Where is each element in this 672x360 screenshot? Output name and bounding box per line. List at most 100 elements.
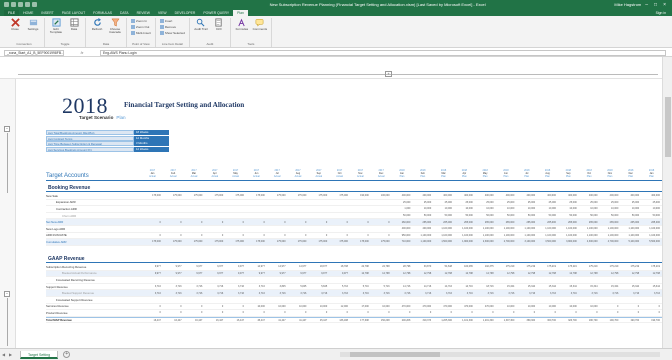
table-cell[interactable]: 175,000: [184, 240, 205, 243]
table-cell[interactable]: 0: [350, 234, 371, 237]
table-cell[interactable]: 369,300: [516, 319, 537, 322]
table-cell[interactable]: 25,000: [475, 201, 496, 204]
table-cell[interactable]: 3,716: [225, 292, 246, 295]
table-cell[interactable]: 175,000: [163, 194, 184, 197]
table-cell[interactable]: 15,344: [600, 285, 621, 288]
table-cell[interactable]: 12,798: [433, 272, 454, 275]
table-cell[interactable]: 319,373: [412, 319, 433, 322]
table-cell[interactable]: 1,100,000: [641, 227, 662, 230]
table-cell[interactable]: 0: [225, 234, 246, 237]
table-cell[interactable]: 3,716: [246, 292, 267, 295]
table-cell[interactable]: 45,447: [308, 319, 329, 322]
table-cell[interactable]: 3,716: [579, 292, 600, 295]
table-row[interactable]: Subscription Recurring Revenue 9,977 9,977…: [46, 264, 662, 271]
table-cell[interactable]: 1,100,000: [537, 234, 558, 237]
table-cell[interactable]: 265,000: [579, 221, 600, 224]
table-cell[interactable]: 0: [246, 221, 267, 224]
table-cell[interactable]: 100,000: [371, 194, 392, 197]
table-cell[interactable]: 12,798: [579, 272, 600, 275]
table-row[interactable]: New Logo ARR 400,000 400,000 1,100,000 1,100…: [46, 226, 662, 233]
table-cell[interactable]: 0: [620, 305, 641, 308]
table-cell[interactable]: 12,798: [496, 272, 517, 275]
table-cell[interactable]: 0: [225, 305, 246, 308]
table-cell[interactable]: 25,000: [392, 201, 413, 204]
table-cell[interactable]: 12,798: [350, 272, 371, 275]
table-cell[interactable]: 3,716: [454, 292, 475, 295]
setting-value[interactable]: 18 Weeks: [134, 130, 169, 135]
table-cell[interactable]: 50,000: [600, 214, 621, 217]
table-cell[interactable]: 175,000: [329, 240, 350, 243]
table-cell[interactable]: 50,000: [496, 214, 517, 217]
table-cell[interactable]: 1,100,000: [475, 227, 496, 230]
table-cell[interactable]: 0: [516, 311, 537, 314]
table-cell[interactable]: 12,798: [600, 272, 621, 275]
redo-icon[interactable]: [25, 2, 30, 7]
table-cell[interactable]: [267, 207, 288, 210]
table-cell[interactable]: 4,300,000: [579, 240, 600, 243]
table-cell[interactable]: 41,447: [267, 319, 288, 322]
table-cell[interactable]: 15,344: [496, 285, 517, 288]
table-cell[interactable]: 22,798: [371, 265, 392, 268]
table-cell[interactable]: 0: [537, 311, 558, 314]
table-cell[interactable]: [308, 201, 329, 204]
table-cell[interactable]: 14,977: [246, 265, 267, 268]
table-cell[interactable]: 0: [308, 221, 329, 224]
table-cell[interactable]: 175,000: [225, 240, 246, 243]
sheet-tab-target-setting[interactable]: Target Setting: [20, 350, 59, 359]
vertical-scrollbar[interactable]: [662, 57, 672, 348]
table-cell[interactable]: 1,100,000: [579, 234, 600, 237]
table-cell[interactable]: 0: [184, 234, 205, 237]
table-cell[interactable]: 175,000: [204, 240, 225, 243]
table-cell[interactable]: 3,845: [267, 285, 288, 288]
table-cell[interactable]: 12,798: [641, 272, 662, 275]
table-cell[interactable]: 5,716: [371, 285, 392, 288]
table-cell[interactable]: [288, 207, 309, 210]
table-cell[interactable]: 710,000: [392, 240, 413, 243]
table-cell[interactable]: 1,205,300: [433, 319, 454, 322]
setting-value[interactable]: 12 Weeks: [134, 146, 169, 152]
table-cell[interactable]: 400,000: [392, 194, 413, 197]
table-cell[interactable]: 400,000: [620, 194, 641, 197]
table-cell[interactable]: [267, 214, 288, 217]
table-cell[interactable]: 175,000: [267, 240, 288, 243]
setting-row[interactable]: Avg Services Bookings Amount Pct 12 Weeks: [46, 146, 169, 152]
table-cell[interactable]: 3,716: [204, 285, 225, 288]
table-cell[interactable]: 10,000: [579, 305, 600, 308]
table-cell[interactable]: [267, 201, 288, 204]
table-cell[interactable]: [225, 214, 246, 217]
table-cell[interactable]: 0: [288, 311, 309, 314]
table-cell[interactable]: [267, 227, 288, 230]
table-cell[interactable]: [142, 201, 163, 204]
table-cell[interactable]: 15,344: [558, 285, 579, 288]
table-cell[interactable]: 175,000: [329, 194, 350, 197]
table-cell[interactable]: 9,977: [225, 272, 246, 275]
save-icon[interactable]: [11, 2, 16, 7]
table-cell[interactable]: 0: [620, 311, 641, 314]
table-cell[interactable]: 3,900,000: [558, 240, 579, 243]
table-cell[interactable]: 10,000: [475, 207, 496, 210]
table-cell[interactable]: [184, 207, 205, 210]
table-cell[interactable]: 25,000: [579, 201, 600, 204]
table-cell[interactable]: 9,977: [163, 265, 184, 268]
table-cell[interactable]: 0: [225, 311, 246, 314]
table-cell[interactable]: 9,977: [163, 272, 184, 275]
table-cell[interactable]: 1,100,000: [558, 234, 579, 237]
audit-trail-button[interactable]: Audit Trail: [194, 18, 208, 31]
table-cell[interactable]: 1,100,000: [620, 227, 641, 230]
table-cell[interactable]: [163, 201, 184, 204]
table-cell[interactable]: 3,716: [163, 285, 184, 288]
setting-row[interactable]: Avg Time Between Subscription & Renewal 3…: [46, 141, 169, 146]
table-cell[interactable]: 3,716: [600, 292, 621, 295]
collapse-gaap-rows-button[interactable]: −: [4, 291, 10, 297]
name-box[interactable]: _xona_Start_A1_B_5EF9001998FB...: [4, 49, 64, 56]
table-cell[interactable]: 400,000: [412, 194, 433, 197]
table-cell[interactable]: 15,344: [641, 285, 662, 288]
table-cell[interactable]: 16,447: [142, 319, 163, 322]
table-cell[interactable]: 265,000: [454, 221, 475, 224]
table-cell[interactable]: [308, 207, 329, 210]
table-cell[interactable]: 18,716: [475, 285, 496, 288]
table-cell[interactable]: 50,000: [516, 214, 537, 217]
choose-cascade-button[interactable]: Choose Cascade: [108, 18, 122, 35]
table-cell[interactable]: 0: [558, 311, 579, 314]
table-cell[interactable]: 25,000: [454, 201, 475, 204]
